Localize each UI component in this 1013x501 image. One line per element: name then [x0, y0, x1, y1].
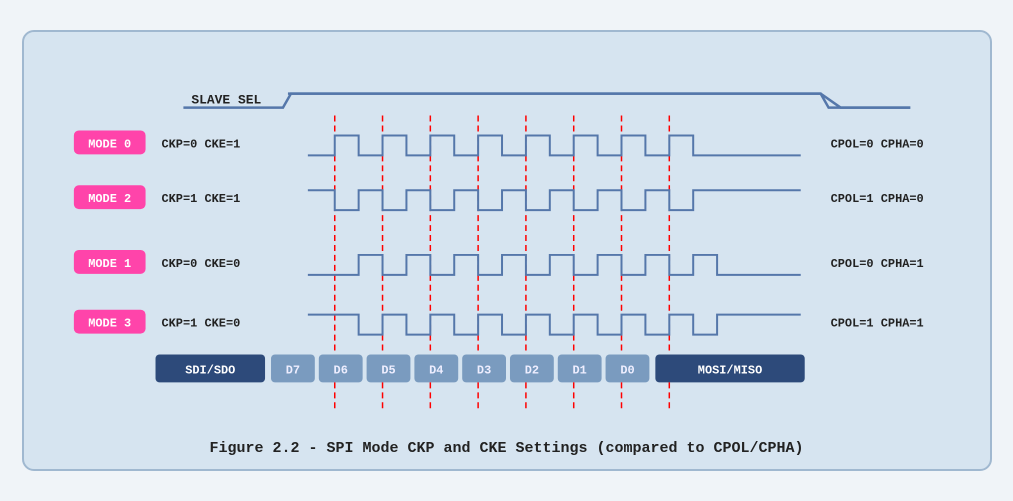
diagram-svg: SLAVE SEL MODE 0 CKP=0 CKE=1 CPOL=0 CP — [44, 50, 970, 430]
mode0-right: CPOL=0 CPHA=0 — [830, 137, 923, 151]
diagram-container: SLAVE SEL MODE 0 CKP=0 CKE=1 CPOL=0 CP — [22, 30, 992, 471]
mode3-params: CKP=1 CKE=0 — [161, 317, 240, 331]
mode1-params: CKP=0 CKE=0 — [161, 257, 240, 271]
diagram-area: SLAVE SEL MODE 0 CKP=0 CKE=1 CPOL=0 CP — [44, 50, 970, 430]
d1-label: D1 — [572, 363, 586, 377]
d7-label: D7 — [285, 363, 299, 377]
mode2-params: CKP=1 CKE=1 — [161, 192, 240, 206]
sdi-sdo-label: SDI/SDO — [185, 363, 235, 377]
mode0-label: MODE 0 — [88, 137, 131, 151]
mode3-right: CPOL=1 CPHA=1 — [830, 317, 923, 331]
mode0-params: CKP=0 CKE=1 — [161, 137, 240, 151]
slave-sel-label: SLAVE SEL — [191, 93, 261, 108]
mode1-label: MODE 1 — [88, 257, 131, 271]
d4-label: D4 — [429, 363, 443, 377]
mode1-right: CPOL=0 CPHA=1 — [830, 257, 923, 271]
mode2-right: CPOL=1 CPHA=0 — [830, 192, 923, 206]
mosi-miso-label: MOSI/MISO — [697, 363, 761, 377]
d0-label: D0 — [620, 363, 634, 377]
mode2-label: MODE 2 — [88, 192, 131, 206]
figure-caption: Figure 2.2 - SPI Mode CKP and CKE Settin… — [44, 440, 970, 457]
d5-label: D5 — [381, 363, 395, 377]
mode3-label: MODE 3 — [88, 317, 131, 331]
d6-label: D6 — [333, 363, 347, 377]
d2-label: D2 — [524, 363, 538, 377]
d3-label: D3 — [476, 363, 490, 377]
